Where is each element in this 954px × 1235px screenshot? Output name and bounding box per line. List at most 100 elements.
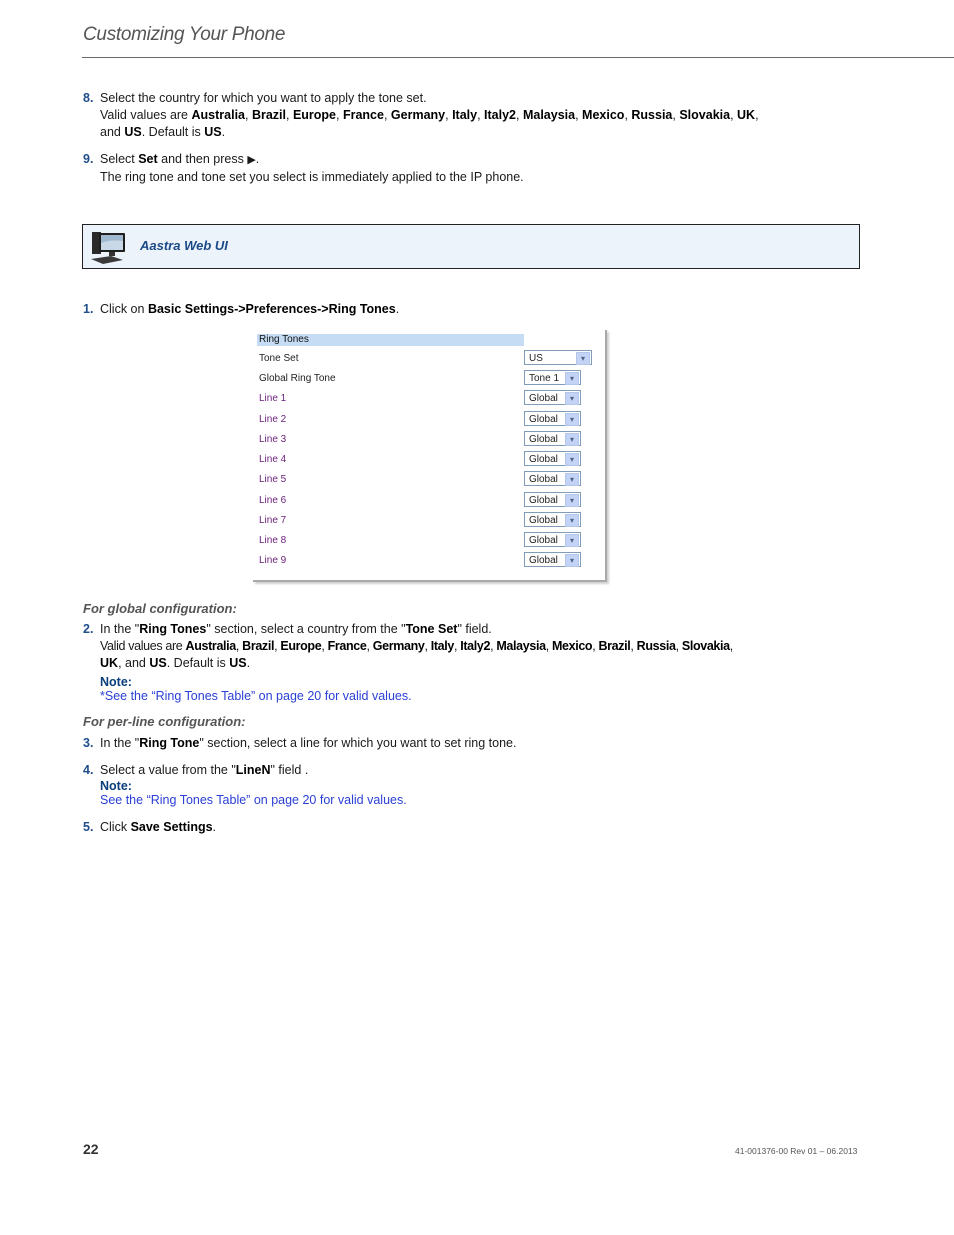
chevron-down-icon[interactable]: ▾ [565, 372, 579, 385]
right-arrow-key-icon: ▶ [247, 154, 256, 166]
country-value: Brazil [598, 639, 631, 653]
country-value: Brazil [251, 108, 286, 122]
dropdown-value: Global [529, 393, 558, 404]
chevron-down-icon[interactable]: ▾ [565, 473, 579, 486]
field-label: Line 2 [259, 414, 287, 425]
field-label: Line 3 [259, 434, 287, 445]
aastra-web-ui-label: Aastra Web UI [140, 238, 228, 253]
field-label: Line 5 [259, 474, 287, 485]
field-label: Line 7 [259, 515, 287, 526]
country-value: Germany [372, 639, 425, 653]
ring-tone-dropdown[interactable]: US ▾ [524, 350, 592, 365]
ring-tone-dropdown[interactable]: Tone 1 ▾ [524, 370, 581, 385]
country-value: France [327, 639, 367, 653]
chevron-down-icon[interactable]: ▾ [565, 453, 579, 466]
ring-tone-dropdown[interactable]: Global ▾ [524, 411, 581, 426]
field-label: Line 4 [259, 454, 287, 465]
country-value: Mexico [551, 639, 593, 653]
country-value: Italy2 [484, 108, 517, 122]
valid-values-line-end: UK, and US. Default is US. [100, 656, 251, 670]
country-value: Italy [430, 639, 455, 653]
country-value: Italy [452, 108, 478, 122]
ring-tone-dropdown[interactable]: Global ▾ [524, 451, 581, 466]
chevron-down-icon[interactable]: ▾ [565, 494, 579, 507]
country-value: Germany [390, 108, 446, 122]
ring-tone-dropdown[interactable]: Global ▾ [524, 390, 581, 405]
dropdown-value: US [529, 353, 543, 364]
dropdown-value: Global [529, 555, 558, 566]
step-number: 2. [83, 622, 94, 636]
step-number: 3. [83, 736, 94, 750]
ring-tones-section-header: Ring Tones [257, 334, 524, 346]
note-label: Note: [100, 779, 132, 793]
field-label: Line 8 [259, 535, 287, 546]
step-text: Select the country for which you want to… [100, 91, 427, 105]
ring-tones-table-link[interactable]: “Ring Tones Table” on page 20 [147, 793, 317, 807]
step-8: 8. Select the country for which you want… [83, 90, 759, 141]
valid-values-line-end: and US. Default is US. [100, 125, 226, 139]
dropdown-value: Tone 1 [529, 373, 560, 384]
valid-values-line: Valid values are Australia, Brazil, Euro… [100, 639, 733, 653]
country-value: Brazil [242, 639, 275, 653]
ring-tone-dropdown[interactable]: Global ▾ [524, 512, 581, 527]
chevron-down-icon[interactable]: ▾ [565, 554, 579, 567]
step-number: 5. [83, 820, 94, 834]
chevron-down-icon[interactable]: ▾ [565, 514, 579, 527]
country-value: Slovakia [681, 639, 730, 653]
step-result-text: The ring tone and tone set you select is… [100, 170, 524, 184]
chevron-down-icon[interactable]: ▾ [565, 392, 579, 405]
country-value: Australia [185, 639, 237, 653]
dropdown-value: Global [529, 535, 558, 546]
note: Note: See the “Ring Tones Table” on page… [100, 779, 407, 807]
note-text: *See the “Ring Tones Table” on page 20 f… [100, 689, 412, 703]
dropdown-value: Global [529, 515, 558, 526]
chevron-down-icon[interactable]: ▾ [565, 534, 579, 547]
note-text: See the “Ring Tones Table” on page 20 fo… [100, 793, 407, 807]
country-value: Russia [636, 639, 676, 653]
step-text: Select a value from the "LineN" field . [100, 763, 309, 777]
country-value: Italy2 [460, 639, 491, 653]
step-number: 9. [83, 152, 94, 166]
step-text: In the "Ring Tones" section, select a co… [100, 622, 492, 636]
step-number: 8. [83, 91, 94, 105]
country-value: Russia [631, 108, 673, 122]
menu-path: Basic Settings->Preferences->Ring Tones [147, 302, 396, 316]
step-9: 9. Select Set and then press ▶. The ring… [83, 151, 524, 186]
field-label: Tone Set [259, 353, 299, 364]
ring-tone-dropdown[interactable]: Global ▾ [524, 552, 581, 567]
step-3: 3. In the "Ring Tone" section, select a … [83, 735, 516, 752]
dropdown-value: Global [529, 454, 558, 465]
chevron-down-icon[interactable]: ▾ [565, 413, 579, 426]
country-value: Malaysia [522, 108, 576, 122]
step-text: Click on Basic Settings->Preferences->Ri… [100, 302, 400, 316]
note: Note: *See the “Ring Tones Table” on pag… [100, 675, 733, 703]
country-value: France [342, 108, 384, 122]
country-value: Malaysia [496, 639, 546, 653]
dropdown-value: Global [529, 474, 558, 485]
dropdown-value: Global [529, 414, 558, 425]
aastra-web-ui-callout: Aastra Web UI [82, 224, 860, 269]
step-text: In the "Ring Tone" section, select a lin… [100, 736, 517, 750]
header-divider [82, 57, 954, 58]
ring-tone-dropdown[interactable]: Global ▾ [524, 492, 581, 507]
ring-tone-dropdown[interactable]: Global ▾ [524, 431, 581, 446]
field-label: Line 1 [259, 393, 287, 404]
country-value: Europe [292, 108, 337, 122]
field-label: Line 6 [259, 495, 287, 506]
ring-tones-screenshot: Ring Tones Tone Set US ▾ Global Ring Tone To… [253, 330, 607, 582]
ring-tone-dropdown[interactable]: Global ▾ [524, 532, 581, 547]
step-number: 4. [83, 763, 94, 777]
chevron-down-icon[interactable]: ▾ [576, 352, 590, 365]
desktop-computer-icon [91, 232, 125, 264]
ring-tones-table-link[interactable]: “Ring Tones Table” on page 20 [151, 689, 321, 703]
chevron-down-icon[interactable]: ▾ [565, 433, 579, 446]
valid-values-line: Valid values are Australia, Brazil, Euro… [100, 108, 759, 122]
country-value: UK [737, 108, 756, 122]
ring-tone-dropdown[interactable]: Global ▾ [524, 471, 581, 486]
note-label: Note: [100, 675, 132, 689]
country-value: Mexico [582, 108, 625, 122]
step-text: Click Save Settings. [100, 820, 217, 834]
step-5: 5. Click Save Settings. [83, 819, 216, 836]
field-label: Global Ring Tone [259, 373, 336, 384]
document-id: 41-001376-00 Rev 01 – 06.2013 [735, 1146, 858, 1156]
